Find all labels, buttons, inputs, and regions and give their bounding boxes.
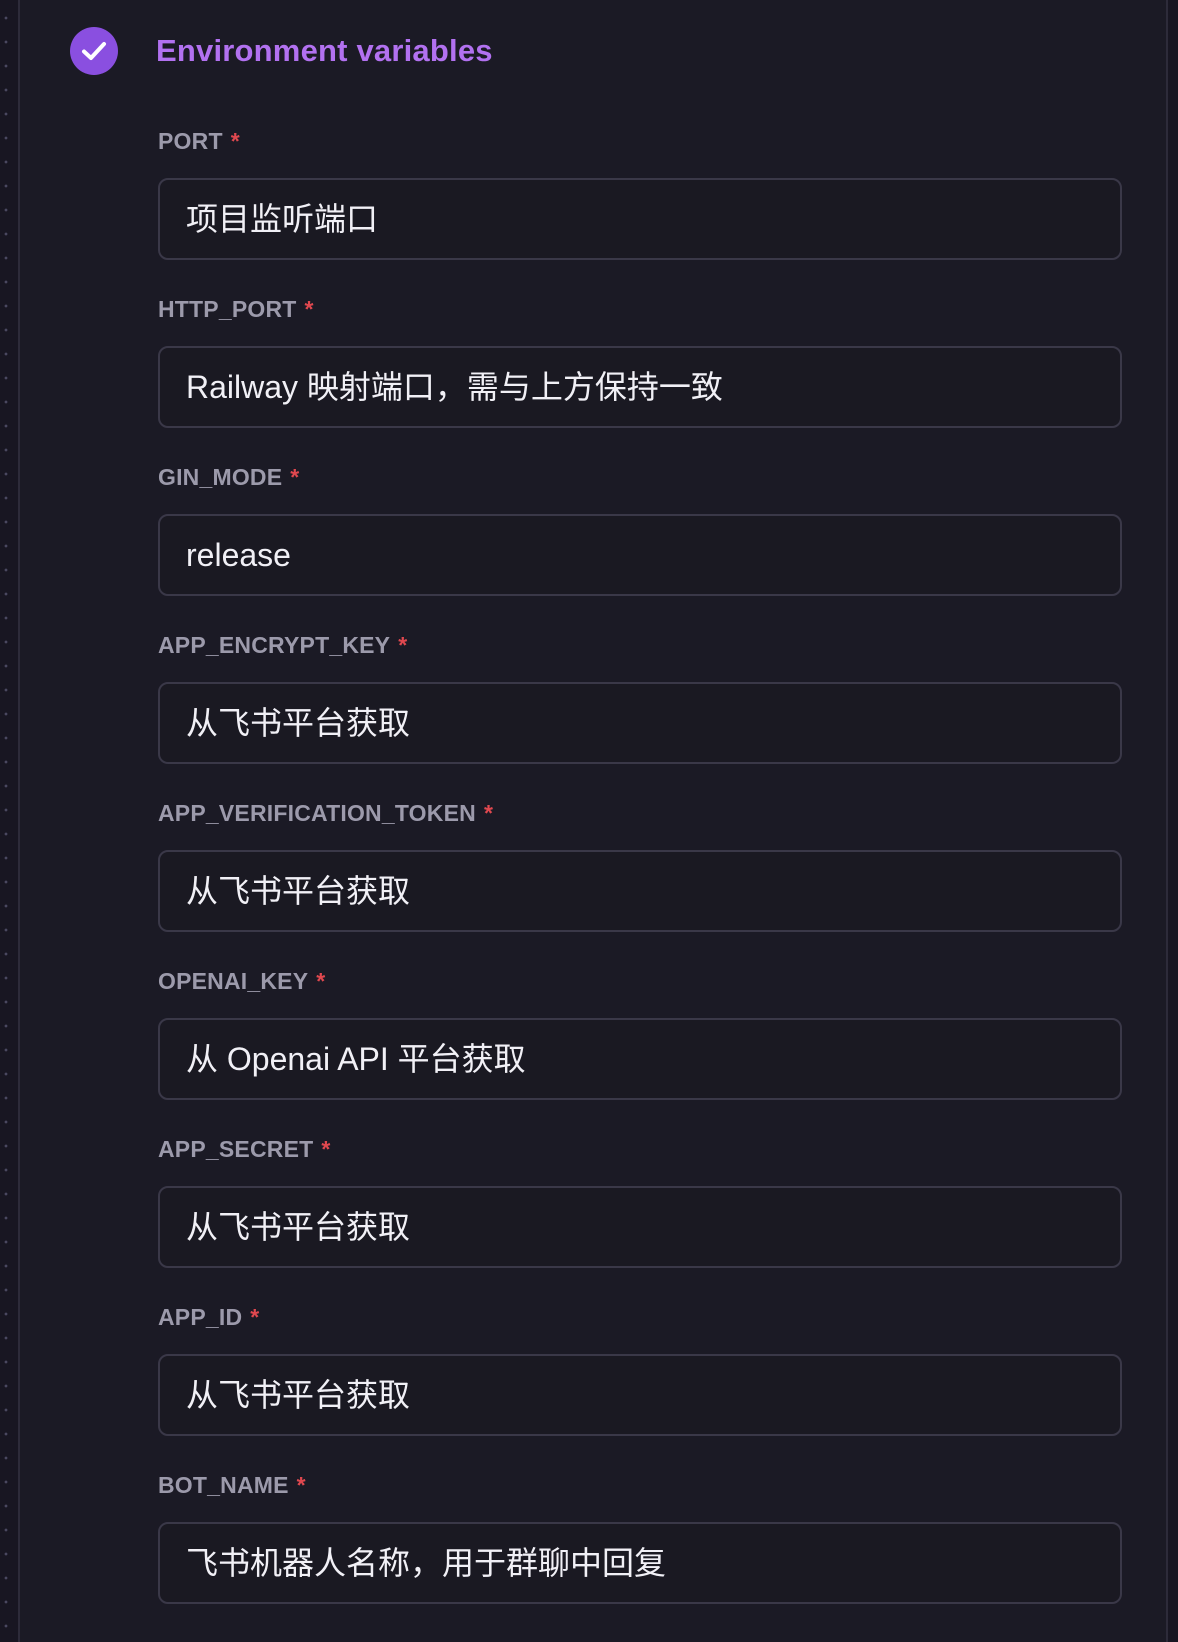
http-port-input[interactable] [158, 346, 1122, 428]
field-label-text: APP_SECRET [158, 1136, 314, 1162]
page: Environment variables PORT * HTTP_PORT * G… [0, 0, 1178, 1642]
field-openai-key: OPENAI_KEY * [158, 962, 1122, 1130]
section-title: Environment variables [156, 33, 493, 68]
field-label: APP_SECRET * [158, 1130, 1122, 1186]
field-label-text: GIN_MODE [158, 464, 283, 490]
field-bot-name: BOT_NAME * [158, 1466, 1122, 1634]
field-label-text: APP_ENCRYPT_KEY [158, 632, 391, 658]
field-label-text: APP_ID [158, 1304, 243, 1330]
check-circle-icon [70, 27, 118, 75]
port-input[interactable] [158, 178, 1122, 260]
field-label-text: PORT [158, 128, 223, 154]
field-label: BOT_NAME * [158, 1466, 1122, 1522]
field-label-text: BOT_NAME [158, 1472, 289, 1498]
dotted-gutter [0, 0, 18, 1642]
field-http-port: HTTP_PORT * [158, 290, 1122, 458]
field-port: PORT * [158, 122, 1122, 290]
field-app-verification-token: APP_VERIFICATION_TOKEN * [158, 794, 1122, 962]
gin-mode-input[interactable] [158, 514, 1122, 596]
field-label: GIN_MODE * [158, 458, 1122, 514]
env-vars-panel: Environment variables PORT * HTTP_PORT * G… [18, 0, 1168, 1642]
field-gin-mode: GIN_MODE * [158, 458, 1122, 626]
required-marker: * [290, 464, 300, 490]
app-secret-input[interactable] [158, 1186, 1122, 1268]
app-encrypt-key-input[interactable] [158, 682, 1122, 764]
required-marker: * [321, 1136, 331, 1162]
app-verification-token-input[interactable] [158, 850, 1122, 932]
field-label-text: OPENAI_KEY [158, 968, 309, 994]
app-id-input[interactable] [158, 1354, 1122, 1436]
section-header: Environment variables [70, 27, 493, 75]
required-marker: * [296, 1472, 306, 1498]
field-label: PORT * [158, 122, 1122, 178]
field-label: HTTP_PORT * [158, 290, 1122, 346]
field-label: OPENAI_KEY * [158, 962, 1122, 1018]
openai-key-input[interactable] [158, 1018, 1122, 1100]
required-marker: * [304, 296, 314, 322]
field-app-encrypt-key: APP_ENCRYPT_KEY * [158, 626, 1122, 794]
field-label-text: APP_VERIFICATION_TOKEN [158, 800, 476, 826]
field-label: APP_ID * [158, 1298, 1122, 1354]
field-app-secret: APP_SECRET * [158, 1130, 1122, 1298]
required-marker: * [483, 800, 494, 826]
field-app-id: APP_ID * [158, 1298, 1122, 1466]
field-label: APP_VERIFICATION_TOKEN * [158, 794, 1122, 850]
required-marker: * [398, 632, 408, 658]
required-marker: * [316, 968, 326, 994]
bot-name-input[interactable] [158, 1522, 1122, 1604]
field-label-text: HTTP_PORT [158, 296, 297, 322]
field-label: APP_ENCRYPT_KEY * [158, 626, 1122, 682]
required-marker: * [250, 1304, 260, 1330]
required-marker: * [230, 128, 240, 154]
fields-list: PORT * HTTP_PORT * GIN_MODE * APP_ENCRYPT_K… [158, 122, 1122, 1634]
